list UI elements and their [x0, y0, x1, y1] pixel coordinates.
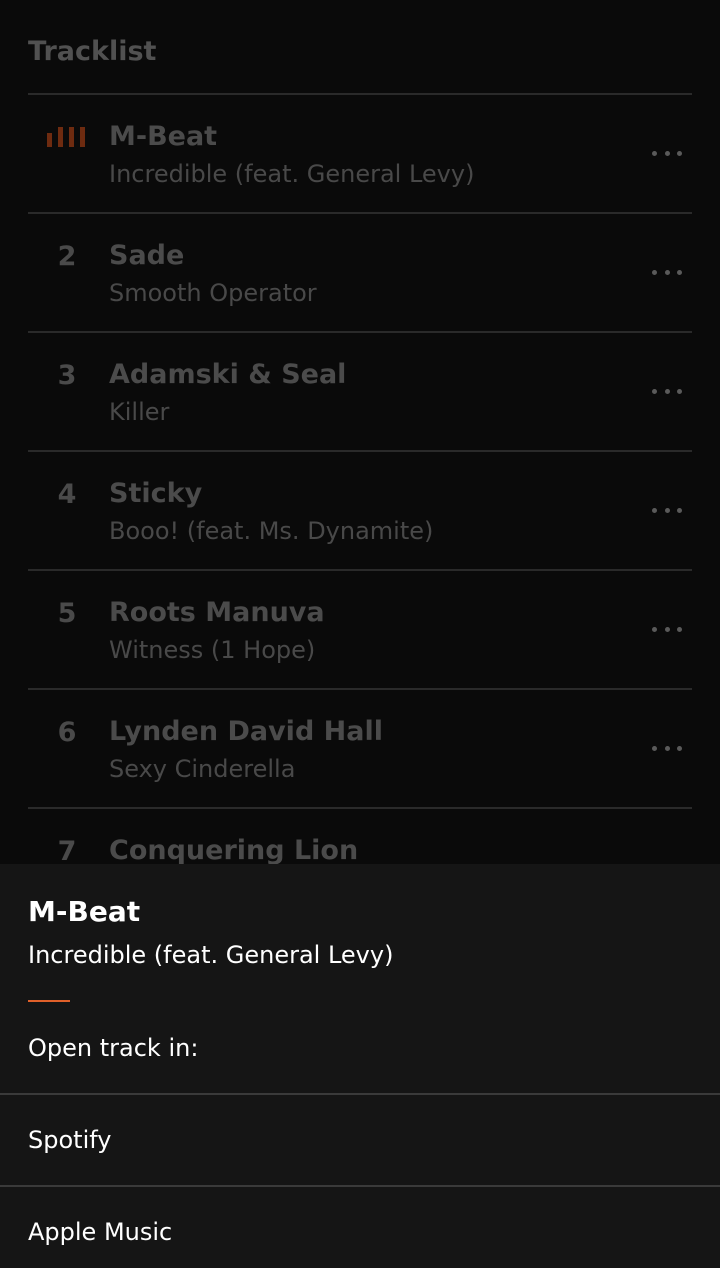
track-number: 7 [57, 836, 77, 864]
more-horizontal-icon[interactable] [652, 621, 682, 637]
track-row[interactable]: 6 Lynden David Hall Sexy Cinderella [28, 688, 692, 807]
track-number: 6 [57, 717, 77, 748]
track-title: Witness (1 Hope) [109, 636, 316, 664]
track-row[interactable]: 2 Sade Smooth Operator [28, 212, 692, 331]
track-list: M-Beat Incredible (feat. General Levy) 2… [28, 93, 692, 864]
open-track-prompt: Open track in: [28, 1034, 199, 1062]
track-title: Smooth Operator [109, 279, 317, 307]
option-label: Apple Music [28, 1218, 173, 1246]
sheet-track-title: Incredible (feat. General Levy) [28, 941, 394, 969]
track-number: 5 [57, 598, 77, 629]
track-artist: Sade [109, 240, 185, 271]
accent-divider [28, 1000, 70, 1002]
page: Tracklist M-Beat Incredible (feat. Gener… [0, 0, 720, 1268]
option-label: Spotify [28, 1126, 112, 1154]
track-title: Sexy Cinderella [109, 755, 296, 783]
open-track-sheet: M-Beat Incredible (feat. General Levy) O… [0, 864, 720, 1268]
track-row[interactable]: 7 Conquering Lion [28, 807, 692, 864]
track-row[interactable]: M-Beat Incredible (feat. General Levy) [28, 93, 692, 212]
track-number: 3 [57, 360, 77, 391]
track-row[interactable]: 4 Sticky Booo! (feat. Ms. Dynamite) [28, 450, 692, 569]
equalizer-icon [47, 125, 93, 147]
track-row[interactable]: 5 Roots Manuva Witness (1 Hope) [28, 569, 692, 688]
tracklist-section: Tracklist M-Beat Incredible (feat. Gener… [0, 0, 720, 864]
more-horizontal-icon[interactable] [652, 145, 682, 161]
track-row[interactable]: 3 Adamski & Seal Killer [28, 331, 692, 450]
track-artist: M-Beat [109, 121, 218, 152]
track-artist: Sticky [109, 478, 203, 509]
more-horizontal-icon[interactable] [652, 740, 682, 756]
open-in-spotify-button[interactable]: Spotify [0, 1093, 720, 1185]
track-artist: Lynden David Hall [109, 716, 383, 747]
track-number: 4 [57, 479, 77, 510]
open-in-apple-music-button[interactable]: Apple Music [0, 1185, 720, 1268]
track-number: 2 [57, 241, 77, 272]
more-horizontal-icon[interactable] [652, 502, 682, 518]
track-artist: Conquering Lion [109, 835, 359, 864]
more-horizontal-icon[interactable] [652, 264, 682, 280]
track-title: Killer [109, 398, 170, 426]
tracklist-heading: Tracklist [28, 36, 157, 67]
track-title: Booo! (feat. Ms. Dynamite) [109, 517, 434, 545]
track-title: Incredible (feat. General Levy) [109, 160, 475, 188]
sheet-artist: M-Beat [28, 895, 141, 928]
track-artist: Roots Manuva [109, 597, 325, 628]
more-horizontal-icon[interactable] [652, 383, 682, 399]
track-artist: Adamski & Seal [109, 359, 347, 390]
